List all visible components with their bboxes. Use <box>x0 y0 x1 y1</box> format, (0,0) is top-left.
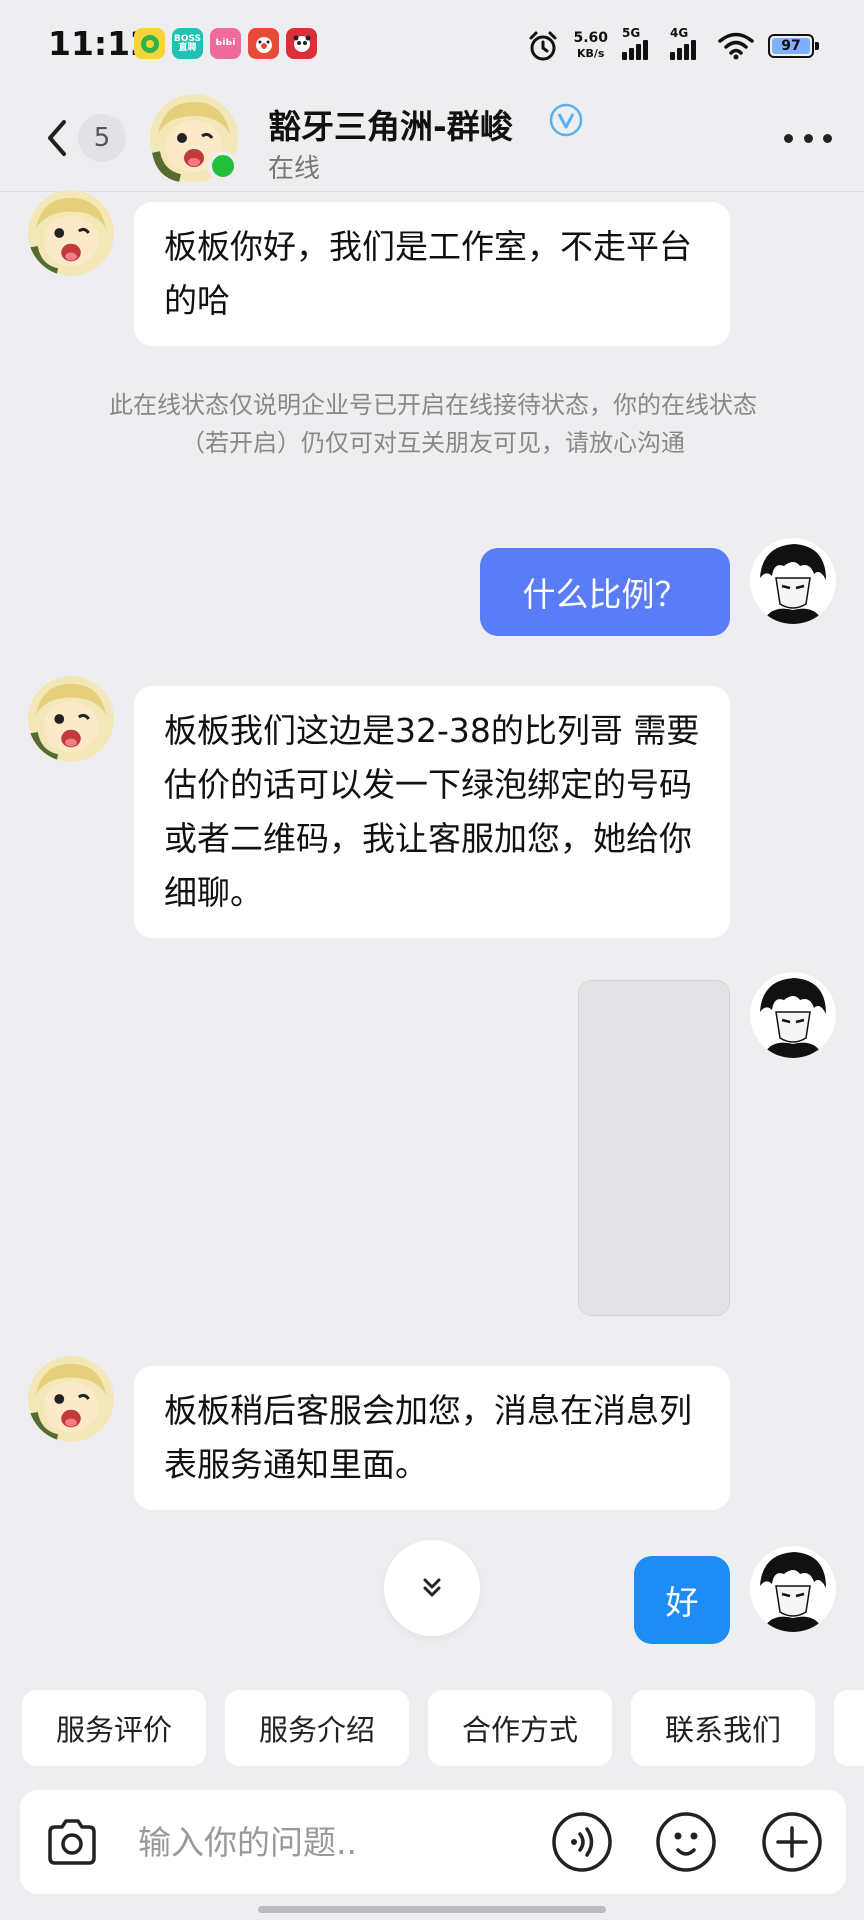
more-options-button[interactable] <box>778 120 838 156</box>
signal-4g-icon: 4G <box>670 26 704 60</box>
more-dot <box>823 133 832 143</box>
contact-avatar-small[interactable] <box>28 676 114 762</box>
clown-app-icon <box>248 28 279 59</box>
online-status-text: 在线 <box>268 154 321 184</box>
message-input[interactable] <box>138 1790 538 1894</box>
panda-app-icon <box>286 28 317 59</box>
unread-count-badge[interactable]: 5 <box>78 114 126 162</box>
system-notice: 此在线状态仅说明企业号已开启在线接待状态，你的在线状态（若开启）仍仅可对互关朋友… <box>109 391 757 457</box>
chat-header: 5 豁牙三角洲-群峻 在线 <box>0 92 864 192</box>
outgoing-message[interactable]: 好 <box>634 1556 730 1644</box>
contact-name[interactable]: 豁牙三角洲-群峻 <box>268 100 513 148</box>
quick-reply-more[interactable] <box>834 1690 864 1766</box>
incoming-message[interactable]: 板板你好，我们是工作室，不走平台 的哈 <box>134 202 730 346</box>
outgoing-message[interactable]: 什么比例？ <box>480 548 730 636</box>
contact-avatar-small[interactable] <box>28 1356 114 1442</box>
signal-5g-icon: 5G <box>622 26 656 60</box>
user-avatar[interactable] <box>750 538 836 624</box>
notification-icons: BOSS直聘 ЬiЬi <box>134 28 317 59</box>
emoji-icon[interactable] <box>654 1810 718 1874</box>
add-more-icon[interactable] <box>760 1810 824 1874</box>
incoming-message[interactable]: 板板稍后客服会加您，消息在消息列表服务通知里面。 <box>134 1366 730 1510</box>
incoming-message[interactable]: 板板我们这边是32-38的比列哥 需要估价的话可以发一下绿泡绑定的号码或者二维码… <box>134 686 730 938</box>
battery-level: 97 <box>772 38 810 54</box>
more-dot <box>784 133 793 143</box>
camera-icon[interactable] <box>40 1810 104 1874</box>
quick-reply-cooperation[interactable]: 合作方式 <box>428 1690 612 1766</box>
signal-4g-label: 4G <box>670 26 689 40</box>
voice-input-icon[interactable] <box>550 1810 614 1874</box>
verified-badge-icon <box>549 103 583 137</box>
input-bar <box>20 1790 846 1894</box>
outgoing-image-message[interactable] <box>578 980 730 1316</box>
system-indicators: 5.60 KB/s 5G 4G 97 <box>527 26 819 66</box>
signal-5g-label: 5G <box>622 26 641 40</box>
chevron-left-icon <box>48 120 66 156</box>
battery-icon: 97 <box>768 34 819 58</box>
wifi-icon <box>718 32 754 60</box>
online-status-dot <box>208 151 238 181</box>
home-indicator[interactable] <box>258 1906 606 1913</box>
qq-music-icon <box>134 28 165 59</box>
scroll-to-bottom-button[interactable] <box>384 1540 480 1636</box>
quick-reply-contact-us[interactable]: 联系我们 <box>631 1690 815 1766</box>
back-button[interactable] <box>38 114 78 162</box>
bilibili-icon: ЬiЬi <box>210 28 241 59</box>
double-chevron-down-icon <box>423 1578 441 1597</box>
more-dot <box>803 133 813 143</box>
contact-avatar-small[interactable] <box>28 190 114 276</box>
user-avatar[interactable] <box>750 972 836 1058</box>
quick-reply-service-intro[interactable]: 服务介绍 <box>225 1690 409 1766</box>
network-speed-value: 5.60 <box>573 30 608 46</box>
quick-reply-bar[interactable]: 服务评价 服务介绍 合作方式 联系我们 <box>22 1690 864 1766</box>
user-avatar[interactable] <box>750 1546 836 1632</box>
quick-reply-service-rating[interactable]: 服务评价 <box>22 1690 206 1766</box>
boss-zhipin-icon: BOSS直聘 <box>172 28 203 59</box>
status-bar: 11:12 BOSS直聘 ЬiЬi 5.60 KB/s 5G 4G 97 <box>0 0 864 92</box>
network-speed-unit: KB/s <box>576 47 605 60</box>
network-speed: 5.60 KB/s <box>573 30 608 62</box>
alarm-icon <box>529 31 557 61</box>
